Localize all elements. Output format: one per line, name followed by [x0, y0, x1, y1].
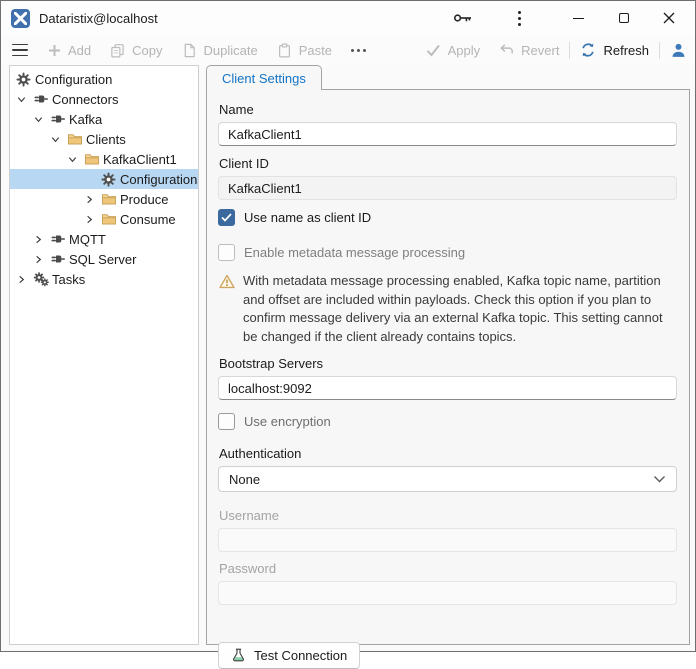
authentication-value: None [229, 472, 260, 487]
bootstrap-servers-label: Bootstrap Servers [219, 356, 677, 371]
client-id-label: Client ID [219, 156, 677, 171]
hamburger-menu-icon[interactable] [12, 44, 28, 57]
authentication-dropdown[interactable]: None [218, 466, 677, 492]
folder-icon [101, 191, 119, 207]
tree-item-kafka[interactable]: Kafka [10, 109, 198, 129]
chevron-right-icon[interactable] [84, 194, 101, 205]
metadata-warning: With metadata message processing enabled… [219, 272, 677, 346]
use-name-checkbox-row: Use name as client ID [218, 209, 677, 226]
connector-tree: Configuration Connectors Kafka Clients [9, 65, 199, 645]
copy-icon [110, 43, 125, 58]
warning-icon [219, 274, 235, 289]
username-input [218, 528, 677, 552]
tree-item-mqtt[interactable]: MQTT [10, 229, 198, 249]
copy-button[interactable]: Copy [110, 43, 162, 58]
paste-icon [277, 43, 292, 58]
tab-client-settings[interactable]: Client Settings [206, 65, 322, 90]
titlebar: Dataristix@localhost [1, 1, 695, 35]
chevron-down-icon[interactable] [16, 94, 33, 105]
check-icon [426, 44, 441, 57]
apply-button[interactable]: Apply [426, 43, 481, 58]
warning-text: With metadata message processing enabled… [243, 272, 677, 346]
tree-item-tasks[interactable]: Tasks [10, 269, 198, 289]
client-id-input [218, 176, 677, 200]
tree-item-produce[interactable]: Produce [10, 189, 198, 209]
chevron-right-icon[interactable] [16, 274, 33, 285]
duplicate-icon [182, 43, 197, 58]
refresh-icon [580, 42, 596, 58]
user-account-icon[interactable] [670, 42, 687, 59]
client-settings-panel: Name Client ID Use name as client ID Ena… [206, 89, 690, 645]
plug-icon [50, 251, 68, 267]
kebab-menu-icon[interactable] [502, 3, 536, 33]
plug-icon [50, 111, 68, 127]
tree-item-consume[interactable]: Consume [10, 209, 198, 229]
chevron-down-icon [653, 475, 666, 484]
toolbar: Add Copy Duplicate Paste [1, 35, 695, 65]
password-label: Password [219, 561, 677, 576]
use-name-checkbox-label: Use name as client ID [244, 210, 371, 225]
chevron-right-icon[interactable] [84, 214, 101, 225]
test-connection-label: Test Connection [254, 648, 347, 663]
encryption-checkbox-label: Use encryption [244, 414, 331, 429]
key-icon[interactable] [446, 3, 480, 33]
gears-icon [33, 271, 51, 287]
name-input[interactable] [218, 122, 677, 146]
metadata-checkbox [218, 244, 235, 261]
refresh-button[interactable]: Refresh [580, 42, 649, 58]
name-label: Name [219, 102, 677, 117]
encryption-checkbox[interactable] [218, 413, 235, 430]
check-icon [221, 213, 232, 222]
maximize-button[interactable] [601, 2, 646, 35]
chevron-down-icon[interactable] [50, 134, 67, 145]
tree-item-clients[interactable]: Clients [10, 129, 198, 149]
chevron-down-icon[interactable] [67, 154, 84, 165]
chevron-right-icon[interactable] [33, 254, 50, 265]
toolbar-overflow-icon[interactable] [351, 49, 366, 52]
tree-item-kafkaclient1[interactable]: KafkaClient1 [10, 149, 198, 169]
revert-button[interactable]: Revert [499, 43, 559, 58]
metadata-checkbox-row: Enable metadata message processing [218, 244, 677, 261]
encryption-checkbox-row: Use encryption [218, 413, 677, 430]
folder-icon [67, 131, 85, 147]
gear-icon [101, 172, 119, 187]
metadata-checkbox-label: Enable metadata message processing [244, 245, 465, 260]
flask-icon [231, 648, 246, 663]
chevron-down-icon[interactable] [33, 114, 50, 125]
tree-item-connectors[interactable]: Connectors [10, 89, 198, 109]
plug-icon [50, 231, 68, 247]
app-icon [11, 9, 30, 28]
window-title: Dataristix@localhost [39, 11, 158, 26]
test-connection-button[interactable]: Test Connection [218, 642, 360, 669]
use-name-checkbox[interactable] [218, 209, 235, 226]
password-input [218, 581, 677, 605]
folder-icon [84, 151, 102, 167]
plug-icon [33, 91, 51, 107]
app-window: Dataristix@localhost Add [0, 0, 696, 652]
plus-icon [48, 44, 61, 57]
folder-icon [101, 211, 119, 227]
bootstrap-servers-input[interactable] [218, 376, 677, 400]
username-label: Username [219, 508, 677, 523]
duplicate-button[interactable]: Duplicate [182, 43, 258, 58]
gear-icon [16, 72, 34, 87]
paste-button[interactable]: Paste [277, 43, 332, 58]
tree-item-sql-server[interactable]: SQL Server [10, 249, 198, 269]
tree-item-configuration[interactable]: Configuration [10, 69, 198, 89]
add-button[interactable]: Add [48, 43, 91, 58]
chevron-right-icon[interactable] [33, 234, 50, 245]
minimize-button[interactable] [556, 2, 601, 35]
tree-item-client-configuration[interactable]: Configuration [10, 169, 198, 189]
undo-icon [499, 43, 514, 57]
authentication-label: Authentication [219, 446, 677, 461]
close-button[interactable] [646, 2, 691, 35]
